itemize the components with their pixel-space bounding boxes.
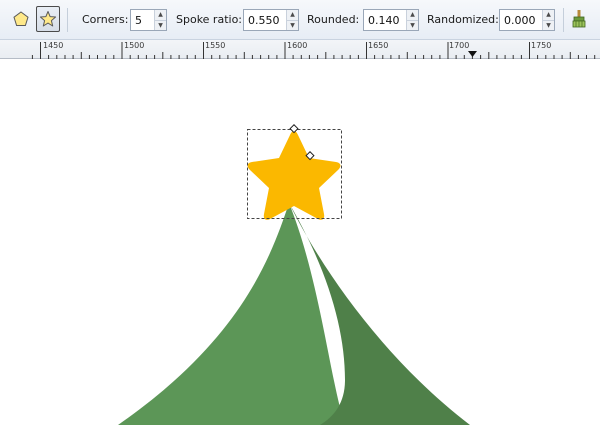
ruler-label: 1500 bbox=[124, 41, 145, 50]
rounded-spinbox[interactable]: ▲ ▼ bbox=[363, 9, 419, 31]
ruler-label: 1450 bbox=[43, 41, 64, 50]
corners-input[interactable] bbox=[131, 10, 154, 30]
broom-icon bbox=[572, 10, 586, 28]
star-tool-controls-bar: Corners: ▲ ▼ Spoke ratio: ▲ ▼ Rounded: ▲… bbox=[0, 0, 600, 40]
increment-arrow-icon[interactable]: ▲ bbox=[543, 10, 554, 20]
rounded-label: Rounded: bbox=[307, 13, 360, 26]
decrement-arrow-icon[interactable]: ▼ bbox=[287, 19, 298, 30]
increment-arrow-icon[interactable]: ▲ bbox=[287, 10, 298, 20]
ruler-label: 1750 bbox=[531, 41, 552, 50]
rounded-input[interactable] bbox=[364, 10, 406, 30]
ruler-label: 1550 bbox=[205, 41, 226, 50]
randomized-stepper[interactable]: ▲ ▼ bbox=[542, 10, 554, 30]
corners-spinbox[interactable]: ▲ ▼ bbox=[130, 9, 167, 31]
ruler-label: 1600 bbox=[287, 41, 308, 50]
star-mode-button[interactable] bbox=[36, 6, 60, 32]
toolbar-separator bbox=[67, 8, 68, 32]
spoke-ratio-label: Spoke ratio: bbox=[176, 13, 243, 26]
canvas-artwork bbox=[118, 124, 470, 425]
ruler-label: 1650 bbox=[368, 41, 389, 50]
decrement-arrow-icon[interactable]: ▼ bbox=[407, 19, 418, 30]
drawing-canvas[interactable] bbox=[0, 59, 600, 425]
randomized-label: Randomized: bbox=[427, 13, 499, 26]
spoke-ratio-stepper[interactable]: ▲ ▼ bbox=[286, 10, 298, 30]
decrement-arrow-icon[interactable]: ▼ bbox=[543, 19, 554, 30]
randomized-spinbox[interactable]: ▲ ▼ bbox=[499, 9, 555, 31]
randomized-input[interactable] bbox=[500, 10, 542, 30]
horizontal-ruler[interactable]: 1450 1500 1550 1600 1650 1700 1750 bbox=[0, 40, 600, 59]
star-shape[interactable] bbox=[247, 131, 341, 220]
corners-stepper[interactable]: ▲ ▼ bbox=[154, 10, 166, 30]
ruler-label: 1700 bbox=[449, 41, 470, 50]
spoke-ratio-spinbox[interactable]: ▲ ▼ bbox=[243, 9, 299, 31]
spoke-tip-handle-icon[interactable] bbox=[289, 124, 299, 134]
star-icon bbox=[39, 11, 57, 27]
increment-arrow-icon[interactable]: ▲ bbox=[155, 10, 166, 20]
corners-label: Corners: bbox=[82, 13, 129, 26]
toolbar-separator bbox=[563, 8, 564, 32]
polygon-mode-button[interactable] bbox=[9, 6, 33, 32]
cursor-position-marker-icon bbox=[468, 51, 477, 57]
spoke-ratio-input[interactable] bbox=[244, 10, 286, 30]
decrement-arrow-icon[interactable]: ▼ bbox=[155, 19, 166, 30]
increment-arrow-icon[interactable]: ▲ bbox=[407, 10, 418, 20]
pentagon-icon bbox=[13, 11, 29, 26]
rounded-stepper[interactable]: ▲ ▼ bbox=[406, 10, 418, 30]
reset-defaults-button[interactable] bbox=[567, 6, 591, 32]
tree-left-face[interactable] bbox=[118, 203, 345, 425]
